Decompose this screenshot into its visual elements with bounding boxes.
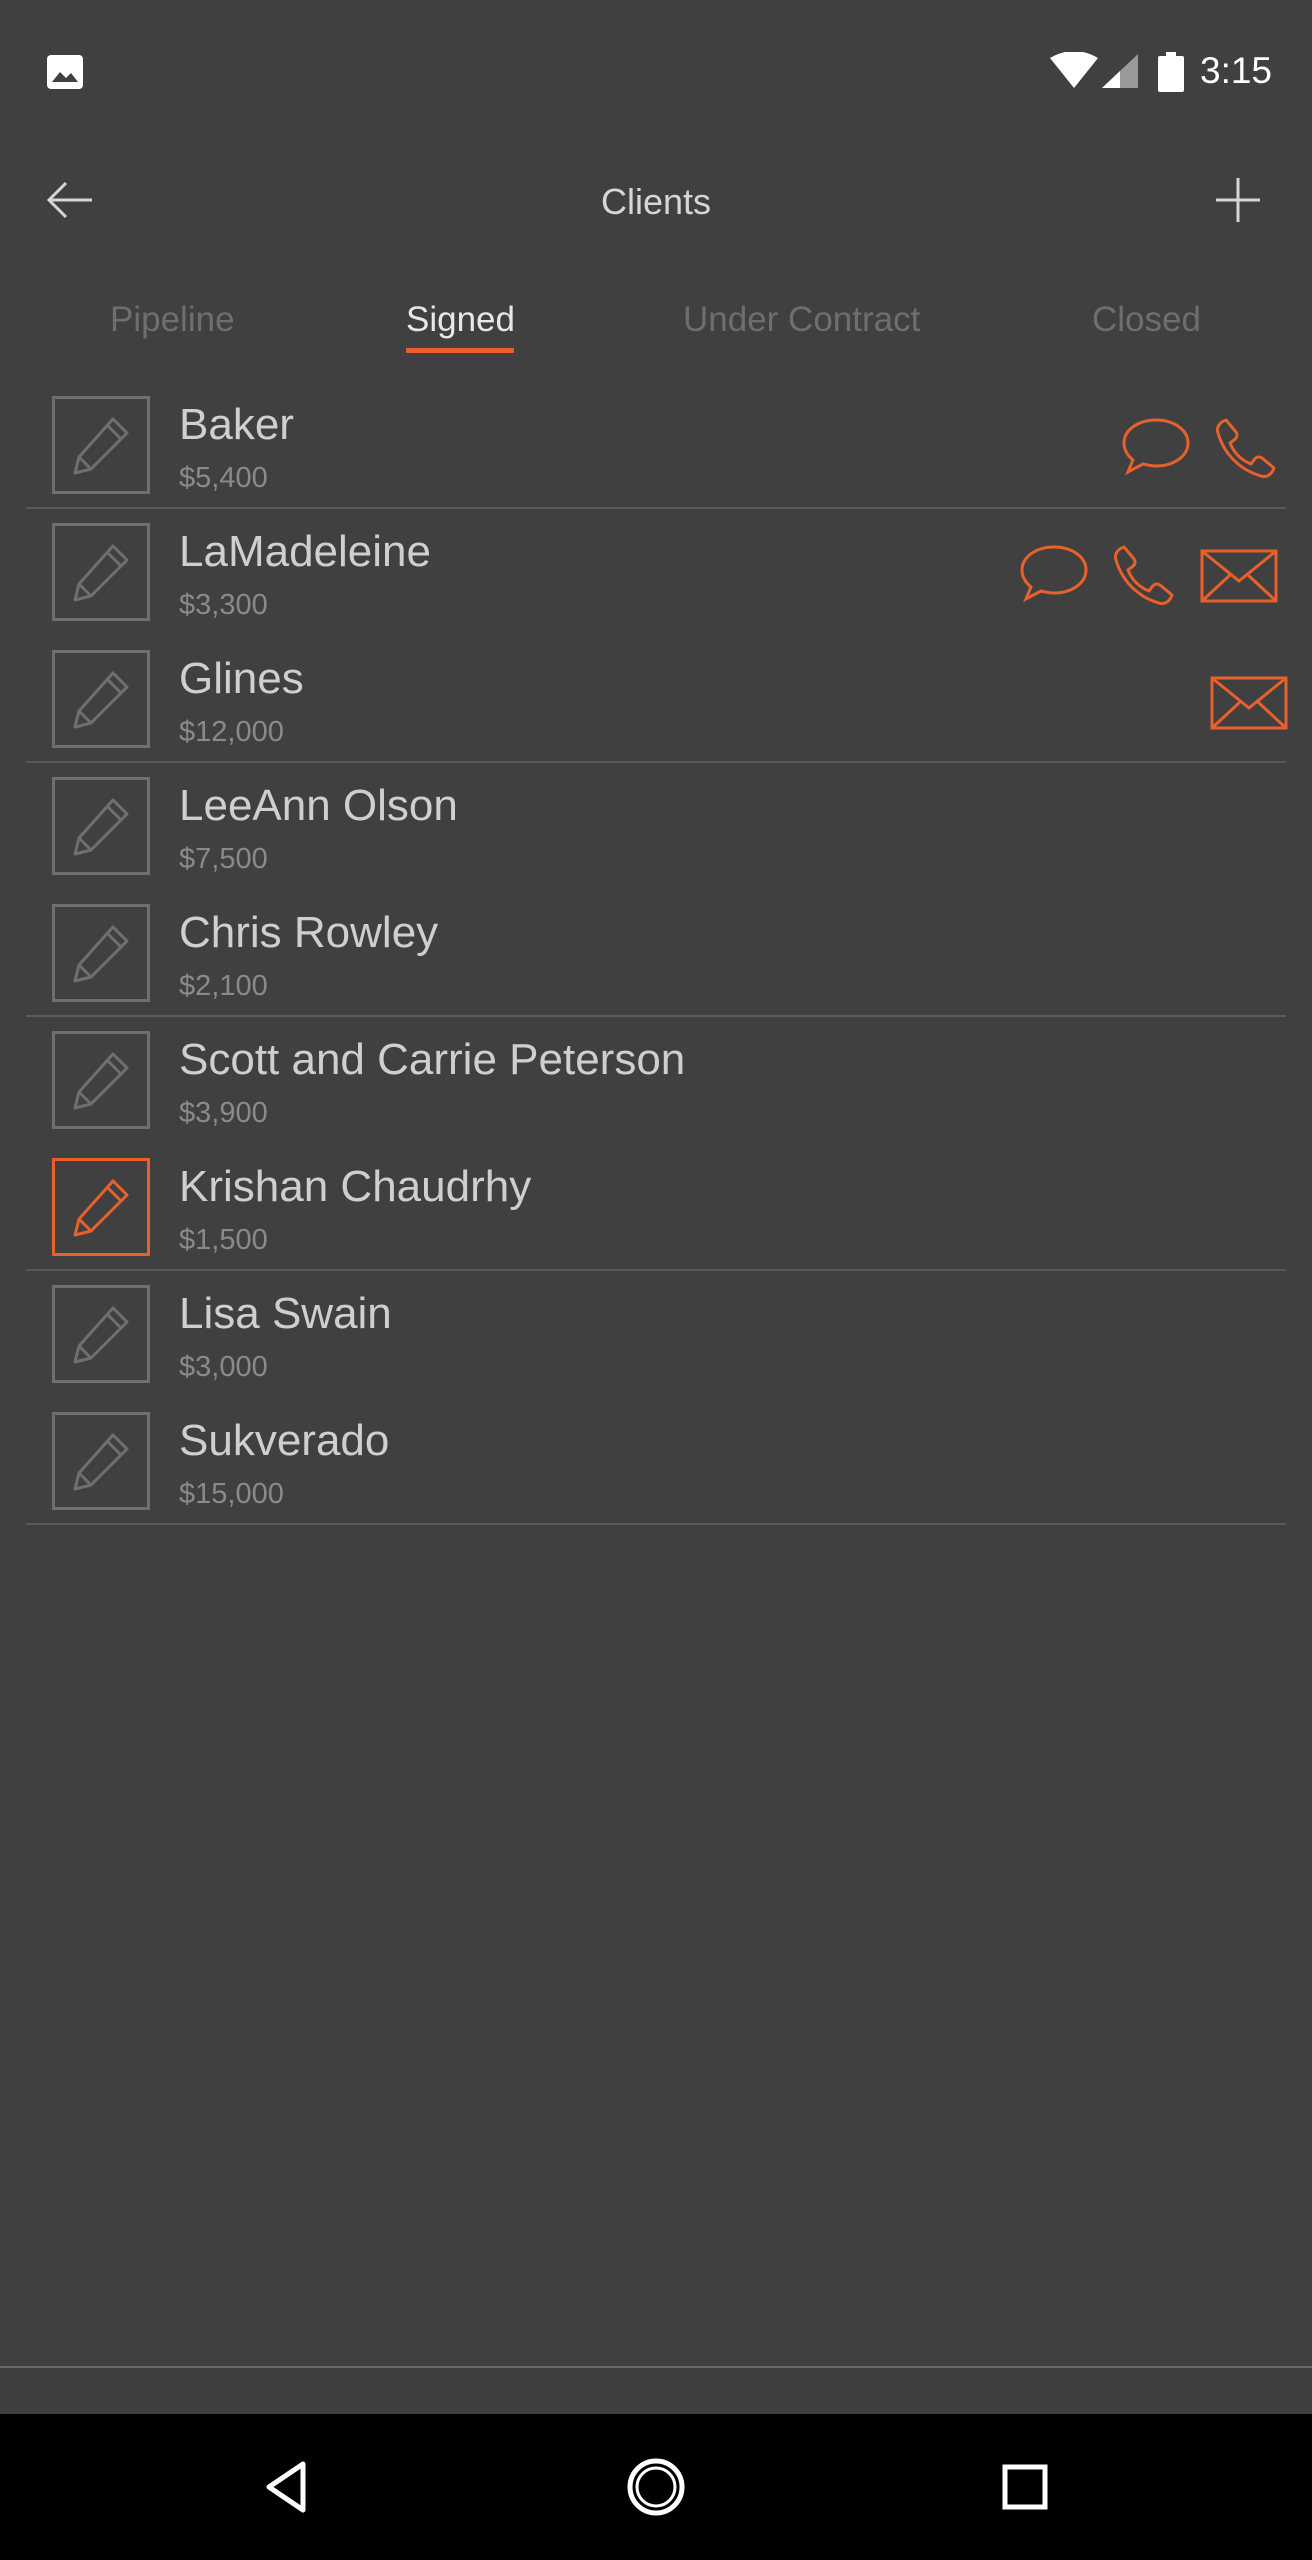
edit-client-button[interactable] (52, 1031, 150, 1129)
tab-closed[interactable]: Closed (1092, 300, 1201, 340)
client-name: Baker (179, 400, 294, 449)
nav-home-icon[interactable] (596, 2414, 716, 2560)
client-amount: $1,500 (179, 1224, 268, 1256)
battery-icon (1158, 52, 1184, 92)
client-amount: $2,100 (179, 970, 268, 1002)
client-amount: $3,000 (179, 1351, 268, 1383)
client-name: LaMadeleine (179, 527, 431, 576)
client-name: Scott and Carrie Peterson (179, 1035, 686, 1084)
pencil-icon (73, 671, 129, 729)
system-navigation-bar (0, 2414, 1312, 2560)
edit-client-button-active[interactable] (52, 1158, 150, 1256)
status-tabs: Pipeline Signed Under Contract Closed (0, 290, 1312, 360)
client-name: Krishan Chaudrhy (179, 1162, 532, 1211)
email-icon[interactable] (1210, 676, 1288, 730)
pencil-icon (73, 1052, 129, 1110)
client-name: Glines (179, 654, 304, 703)
edit-client-button[interactable] (52, 396, 150, 494)
pencil-icon (73, 1433, 129, 1491)
phone-icon[interactable] (1212, 416, 1278, 480)
pencil-icon (73, 798, 129, 856)
client-row[interactable]: Sukverado $15,000 (26, 1398, 1286, 1525)
client-amount: $15,000 (179, 1478, 284, 1510)
wifi-icon (1050, 52, 1098, 88)
tab-signed[interactable]: Signed (406, 300, 515, 340)
client-amount: $12,000 (179, 716, 284, 748)
pencil-icon (73, 417, 129, 475)
active-tab-indicator (406, 348, 514, 353)
nav-recents-icon[interactable] (965, 2414, 1085, 2560)
pencil-icon (73, 544, 129, 602)
app-bar: Clients (0, 145, 1312, 255)
client-row[interactable]: Baker $5,400 (26, 382, 1286, 509)
email-icon[interactable] (1200, 549, 1278, 603)
edit-client-button[interactable] (52, 904, 150, 1002)
status-bar: 3:15 (0, 0, 1312, 145)
client-amount: $5,400 (179, 462, 268, 494)
client-row[interactable]: Glines $12,000 (26, 636, 1288, 763)
edit-client-button[interactable] (52, 650, 150, 748)
edit-client-button[interactable] (52, 1412, 150, 1510)
add-client-icon[interactable] (1208, 170, 1268, 230)
client-name: LeeAnn Olson (179, 781, 458, 830)
phone-icon[interactable] (1110, 543, 1176, 607)
edit-client-button[interactable] (52, 777, 150, 875)
client-name: Lisa Swain (179, 1289, 392, 1338)
pencil-icon (73, 1306, 129, 1364)
tab-under-contract[interactable]: Under Contract (683, 300, 920, 340)
bottom-sheet-edge (0, 2366, 1312, 2416)
message-icon[interactable] (1018, 543, 1090, 603)
client-amount: $7,500 (179, 843, 268, 875)
client-list: Baker $5,400 LaMadeleine $3,300 Glines $… (26, 382, 1288, 1525)
client-row[interactable]: LaMadeleine $3,300 (26, 509, 1286, 636)
clock-time: 3:15 (1200, 50, 1273, 91)
client-row[interactable]: Lisa Swain $3,000 (26, 1271, 1286, 1398)
client-name: Sukverado (179, 1416, 390, 1465)
client-amount: $3,900 (179, 1097, 268, 1129)
client-row[interactable]: Scott and Carrie Peterson $3,900 (26, 1017, 1286, 1144)
page-title: Clients (600, 181, 712, 222)
tab-pipeline[interactable]: Pipeline (110, 300, 235, 340)
cell-signal-icon (1102, 54, 1138, 88)
edit-client-button[interactable] (52, 523, 150, 621)
client-amount: $3,300 (179, 589, 268, 621)
client-row[interactable]: Chris Rowley $2,100 (26, 890, 1286, 1017)
image-notification-icon (47, 55, 83, 89)
client-row[interactable]: Krishan Chaudrhy $1,500 (26, 1144, 1286, 1271)
client-name: Chris Rowley (179, 908, 439, 957)
pencil-icon (73, 925, 129, 983)
pencil-icon (73, 1179, 129, 1237)
client-row[interactable]: LeeAnn Olson $7,500 (26, 763, 1286, 890)
message-icon[interactable] (1120, 416, 1192, 476)
edit-client-button[interactable] (52, 1285, 150, 1383)
nav-back-icon[interactable] (227, 2414, 347, 2560)
